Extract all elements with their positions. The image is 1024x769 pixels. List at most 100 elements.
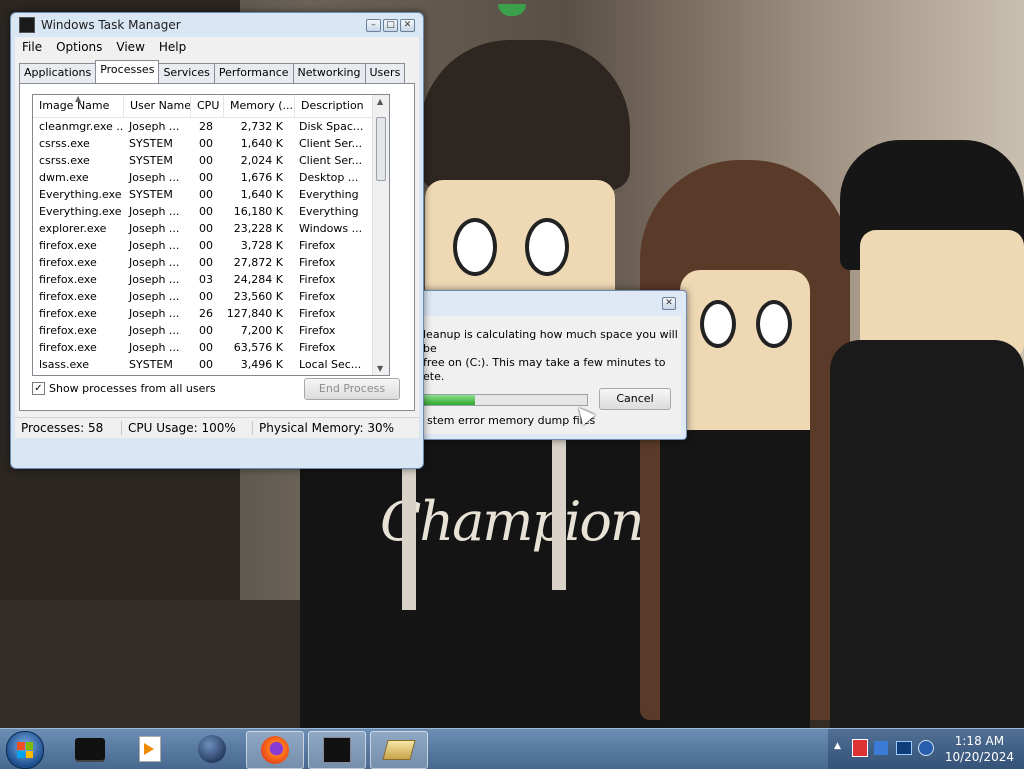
scrollbar-thumb[interactable] xyxy=(376,117,386,181)
scroll-up-icon[interactable]: ▲ xyxy=(377,97,383,106)
table-row[interactable]: cleanmgr.exe ... Joseph ... 28 2,732 K Disk … xyxy=(33,118,389,135)
tab-services[interactable]: Services xyxy=(158,63,215,83)
cell-memory: 16,180 K xyxy=(233,205,283,218)
cell-description: Everything xyxy=(299,205,359,218)
cell-user-name: SYSTEM xyxy=(129,137,173,150)
cell-user-name: Joseph ... xyxy=(129,324,180,337)
cell-cpu: 00 xyxy=(199,341,213,354)
show-hidden-icons-icon[interactable]: ▲ xyxy=(834,741,841,751)
task-manager-titlebar[interactable]: Windows Task Manager – □ ✕ xyxy=(11,13,423,37)
cell-description: Client Ser... xyxy=(299,154,363,167)
table-row[interactable]: firefox.exe Joseph ... 00 23,560 K Firefox xyxy=(33,288,389,305)
tab-networking[interactable]: Networking xyxy=(292,63,366,83)
cleanup-current-item: stem error memory dump files xyxy=(427,414,596,427)
task-manager-icon xyxy=(19,17,35,33)
maximize-button[interactable]: □ xyxy=(383,19,398,32)
tab-processes[interactable]: Processes xyxy=(95,60,160,83)
taskbar-app-cleanup[interactable] xyxy=(62,731,118,767)
taskbar-clock[interactable]: 1:18 AM 10/20/2024 xyxy=(945,733,1014,765)
dialog-close-button[interactable]: ✕ xyxy=(662,297,676,310)
cell-description: Firefox xyxy=(299,256,336,269)
cell-cpu: 00 xyxy=(199,290,213,303)
end-process-button[interactable]: End Process xyxy=(304,378,400,400)
table-row[interactable]: firefox.exe Joseph ... 03 24,284 K Firefox xyxy=(33,271,389,288)
table-row[interactable]: explorer.exe Joseph ... 00 23,228 K Windows … xyxy=(33,220,389,237)
cell-memory: 23,228 K xyxy=(233,222,283,235)
clock-time: 1:18 AM xyxy=(954,734,1005,748)
table-row[interactable]: firefox.exe Joseph ... 26 127,840 K Firefox xyxy=(33,305,389,322)
cell-cpu: 00 xyxy=(199,154,213,167)
menu-help[interactable]: Help xyxy=(152,40,193,54)
taskbar-app-disk-cleanup[interactable] xyxy=(370,731,428,769)
cleanup-progress-bar xyxy=(421,394,588,406)
column-header-memory[interactable]: Memory (... xyxy=(224,95,295,117)
cell-description: Windows ... xyxy=(299,222,363,235)
table-row[interactable]: lsass.exe SYSTEM 00 3,496 K Local Sec... xyxy=(33,356,389,373)
cell-memory: 2,732 K xyxy=(240,120,283,133)
taskbar-app-media-player[interactable] xyxy=(122,731,178,767)
tab-users[interactable]: Users xyxy=(364,63,406,83)
dialog-titlebar: ✕ xyxy=(406,291,686,313)
menu-file[interactable]: File xyxy=(15,40,49,54)
boy-body xyxy=(830,340,1024,728)
network-tray-icon[interactable] xyxy=(874,741,888,755)
table-row[interactable]: csrss.exe SYSTEM 00 2,024 K Client Ser... xyxy=(33,152,389,169)
cell-cpu: 28 xyxy=(199,120,213,133)
menu-view[interactable]: View xyxy=(109,40,151,54)
minimize-button[interactable]: – xyxy=(366,19,381,32)
tab-performance[interactable]: Performance xyxy=(213,63,294,83)
column-header-image-name[interactable]: ▲ Image Name xyxy=(33,95,124,117)
cell-memory: 2,024 K xyxy=(240,154,283,167)
cell-image-name: firefox.exe xyxy=(39,341,97,354)
task-manager-window: Windows Task Manager – □ ✕ File Options … xyxy=(10,12,424,469)
cancel-button[interactable]: Cancel xyxy=(599,388,671,410)
cell-memory: 7,200 K xyxy=(240,324,283,337)
process-list-header: ▲ Image Name User Name CPU Memory (... De… xyxy=(33,95,389,118)
table-row[interactable]: Everything.exe Joseph ... 00 16,180 K Everyt… xyxy=(33,203,389,220)
cell-description: Firefox xyxy=(299,239,336,252)
cell-user-name: SYSTEM xyxy=(129,358,173,371)
cell-cpu: 00 xyxy=(199,256,213,269)
cell-memory: 127,840 K xyxy=(226,307,283,320)
cell-user-name: Joseph ... xyxy=(129,171,180,184)
cleanup-progress-fill xyxy=(422,395,475,405)
table-row[interactable]: csrss.exe SYSTEM 00 1,640 K Client Ser... xyxy=(33,135,389,152)
speaker-tray-icon[interactable] xyxy=(918,740,934,756)
disk-cleanup-dialog: ✕ leanup is calculating how much space y… xyxy=(405,290,687,440)
table-row[interactable]: firefox.exe Joseph ... 00 3,728 K Firefox xyxy=(33,237,389,254)
globe-icon xyxy=(198,735,226,763)
monitor-tray-icon[interactable] xyxy=(896,741,912,755)
process-list-scrollbar[interactable]: ▲ ▼ xyxy=(372,95,389,375)
cell-user-name: Joseph ... xyxy=(129,290,180,303)
taskbar-app-task-manager[interactable] xyxy=(308,731,366,769)
window-title: Windows Task Manager xyxy=(41,18,181,32)
table-row[interactable]: firefox.exe Joseph ... 00 27,872 K Firefox xyxy=(33,254,389,271)
show-all-processes-checkbox[interactable]: ✓ Show processes from all users xyxy=(32,382,216,395)
cpu-meter-tray-icon[interactable] xyxy=(852,739,868,757)
table-row[interactable]: dwm.exe Joseph ... 00 1,676 K Desktop ... xyxy=(33,169,389,186)
table-row[interactable]: firefox.exe Joseph ... 00 7,200 K Firefox xyxy=(33,322,389,339)
taskbar-app-firefox[interactable] xyxy=(246,731,304,769)
column-header-description[interactable]: Description xyxy=(295,95,367,117)
column-header-user-name[interactable]: User Name xyxy=(124,95,191,117)
cell-image-name: lsass.exe xyxy=(39,358,89,371)
girl-body xyxy=(660,430,810,728)
hoodie-string xyxy=(402,460,416,610)
cell-image-name: firefox.exe xyxy=(39,290,97,303)
cell-image-name: firefox.exe xyxy=(39,256,97,269)
cell-user-name: Joseph ... xyxy=(129,205,180,218)
start-button[interactable] xyxy=(6,731,44,769)
column-header-cpu[interactable]: CPU xyxy=(191,95,224,117)
sort-arrow-icon: ▲ xyxy=(75,95,82,103)
checkbox-icon[interactable]: ✓ xyxy=(32,382,45,395)
close-button[interactable]: ✕ xyxy=(400,19,415,32)
scroll-down-icon[interactable]: ▼ xyxy=(377,364,383,373)
hoodie-string xyxy=(552,440,566,590)
dialog-body: leanup is calculating how much space you… xyxy=(411,316,681,434)
tab-applications[interactable]: Applications xyxy=(19,63,97,83)
cell-user-name: Joseph ... xyxy=(129,120,180,133)
taskbar-app-globe[interactable] xyxy=(184,731,240,767)
table-row[interactable]: Everything.exe SYSTEM 00 1,640 K Everything xyxy=(33,186,389,203)
menu-options[interactable]: Options xyxy=(49,40,109,54)
table-row[interactable]: firefox.exe Joseph ... 00 63,576 K Firefox xyxy=(33,339,389,356)
